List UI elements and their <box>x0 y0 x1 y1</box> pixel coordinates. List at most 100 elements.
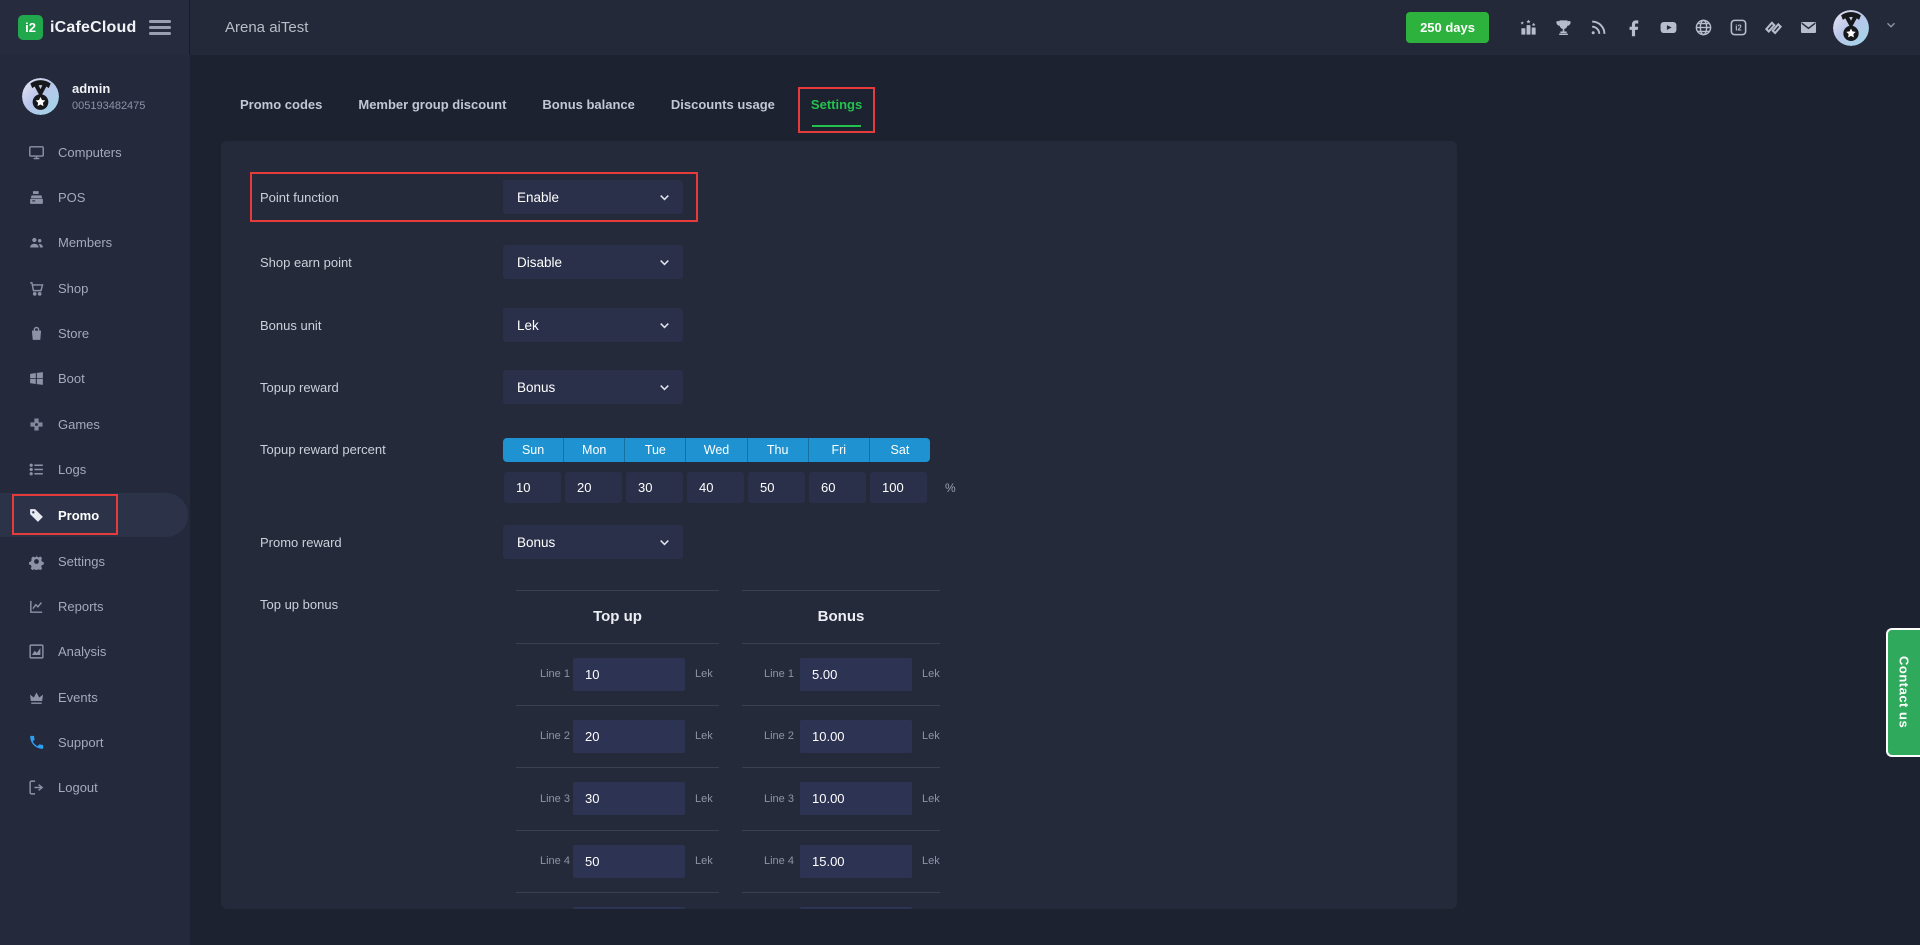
monitor-icon <box>28 144 45 161</box>
user-profile[interactable]: admin 005193482475 <box>22 78 145 115</box>
logo-text: iCafeCloud <box>50 19 136 37</box>
user-avatar[interactable] <box>1833 10 1869 46</box>
table-row: Line 3 Lek <box>742 767 940 830</box>
table-row: Line 2 Lek <box>516 705 719 767</box>
chevron-down-icon <box>658 191 671 204</box>
bonus-line1-input[interactable] <box>800 658 912 691</box>
bonus-unit-label: Bonus unit <box>260 318 503 333</box>
tab-settings[interactable]: Settings <box>811 95 862 115</box>
layers-icon[interactable] <box>1763 18 1783 38</box>
main-content: Promo codes Member group discount Bonus … <box>190 55 1920 945</box>
tab-member-group-discount[interactable]: Member group discount <box>358 95 506 115</box>
facebook-icon[interactable] <box>1623 18 1643 38</box>
topup-line4-input[interactable] <box>573 845 685 878</box>
sidebar-item-pos[interactable]: POS <box>0 175 190 219</box>
license-days-badge[interactable]: 250 days <box>1406 12 1489 43</box>
youtube-icon[interactable] <box>1658 18 1678 38</box>
topbar: i2 iCafeCloud Arena aiTest 250 days <box>0 0 1920 55</box>
topup-line2-input[interactable] <box>573 720 685 753</box>
topup-line5-input[interactable] <box>573 907 685 910</box>
globe-icon[interactable] <box>1693 18 1713 38</box>
settings-form-card: Point function Enable Shop earn point Di… <box>221 141 1457 909</box>
topup-percent-input-mon[interactable] <box>565 472 622 503</box>
topup-percent-input-sat[interactable] <box>870 472 927 503</box>
weekday-fri: Fri <box>809 438 870 462</box>
trophy-icon[interactable] <box>1553 18 1573 38</box>
weekday-sun: Sun <box>503 438 564 462</box>
sidebar-item-analysis[interactable]: Analysis <box>0 629 190 673</box>
sidebar-avatar <box>22 78 59 115</box>
weekday-wed: Wed <box>686 438 747 462</box>
sidebar-item-boot[interactable]: Boot <box>0 356 190 400</box>
topup-percent-inputs <box>504 472 927 503</box>
crown-icon <box>28 689 45 706</box>
chevron-down-icon <box>658 381 671 394</box>
table-row: Line 1 Lek <box>516 643 719 705</box>
menu-toggle-icon[interactable] <box>149 17 171 39</box>
cash-register-icon <box>28 189 45 206</box>
sidebar-item-logout[interactable]: Logout <box>0 765 190 809</box>
sidebar-item-support[interactable]: Support <box>0 720 190 764</box>
people-icon <box>28 234 45 251</box>
shop-earn-point-select[interactable]: Disable <box>503 245 683 279</box>
icafecloud-app: i2 iCafeCloud Arena aiTest 250 days <box>0 0 1920 945</box>
weekday-tue: Tue <box>625 438 686 462</box>
point-function-select[interactable]: Enable <box>503 180 683 214</box>
sidebar-item-shop[interactable]: Shop <box>0 266 190 310</box>
topup-percent-input-sun[interactable] <box>504 472 561 503</box>
page-title: Arena aiTest <box>225 19 308 36</box>
profile-chevron-down-icon[interactable] <box>1884 18 1898 37</box>
rss-icon[interactable] <box>1588 18 1608 38</box>
topup-reward-percent-label: Topup reward percent <box>260 432 386 466</box>
tab-promo-codes[interactable]: Promo codes <box>240 95 322 115</box>
gear-icon <box>28 553 45 570</box>
promo-reward-row: Promo reward Bonus <box>260 525 683 559</box>
bonus-line5-input[interactable] <box>800 907 912 910</box>
topup-line1-input[interactable] <box>573 658 685 691</box>
app-logo[interactable]: i2 iCafeCloud <box>18 15 136 40</box>
promo-reward-label: Promo reward <box>260 535 503 550</box>
area-chart-icon <box>28 643 45 660</box>
tab-bonus-balance[interactable]: Bonus balance <box>542 95 634 115</box>
logout-icon <box>28 779 45 796</box>
ranking-icon[interactable] <box>1518 18 1538 38</box>
chevron-down-icon <box>658 319 671 332</box>
sidebar-item-promo[interactable]: Promo <box>0 493 188 537</box>
topup-percent-input-tue[interactable] <box>626 472 683 503</box>
sidebar-item-members[interactable]: Members <box>0 220 190 264</box>
topup-percent-input-fri[interactable] <box>809 472 866 503</box>
topup-percent-input-thu[interactable] <box>748 472 805 503</box>
shop-earn-point-row: Shop earn point Disable <box>260 245 683 279</box>
table-row-partial <box>742 892 940 909</box>
topup-line3-input[interactable] <box>573 782 685 815</box>
topup-reward-label: Topup reward <box>260 380 503 395</box>
mail-icon[interactable] <box>1798 18 1818 38</box>
percent-unit: % <box>945 472 956 503</box>
contact-us-button[interactable]: Contact us <box>1886 628 1920 757</box>
icafe-app-icon[interactable]: i2 <box>1728 18 1748 38</box>
topup-reward-select[interactable]: Bonus <box>503 370 683 404</box>
table-row: Line 1 Lek <box>742 643 940 705</box>
sidebar-item-reports[interactable]: Reports <box>0 584 190 628</box>
sidebar-item-store[interactable]: Store <box>0 311 190 355</box>
sidebar: admin 005193482475 Computers POS Members… <box>0 55 190 945</box>
sidebar-item-logs[interactable]: Logs <box>0 447 190 491</box>
sidebar-item-computers[interactable]: Computers <box>0 130 190 174</box>
topup-percent-input-wed[interactable] <box>687 472 744 503</box>
tab-discounts-usage[interactable]: Discounts usage <box>671 95 775 115</box>
bonus-line3-input[interactable] <box>800 782 912 815</box>
bonus-line4-input[interactable] <box>800 845 912 878</box>
table-row: Line 3 Lek <box>516 767 719 830</box>
weekday-sat: Sat <box>870 438 930 462</box>
bonus-line2-input[interactable] <box>800 720 912 753</box>
bonus-unit-select[interactable]: Lek <box>503 308 683 342</box>
user-id: 005193482475 <box>72 100 145 112</box>
sidebar-item-settings[interactable]: Settings <box>0 539 190 583</box>
sidebar-item-events[interactable]: Events <box>0 675 190 719</box>
line-chart-icon <box>28 598 45 615</box>
topbar-actions: 250 days <box>1406 10 1898 46</box>
sidebar-item-games[interactable]: Games <box>0 402 190 446</box>
table-row: Line 4 Lek <box>516 830 719 892</box>
promo-reward-select[interactable]: Bonus <box>503 525 683 559</box>
tag-icon <box>28 507 45 524</box>
